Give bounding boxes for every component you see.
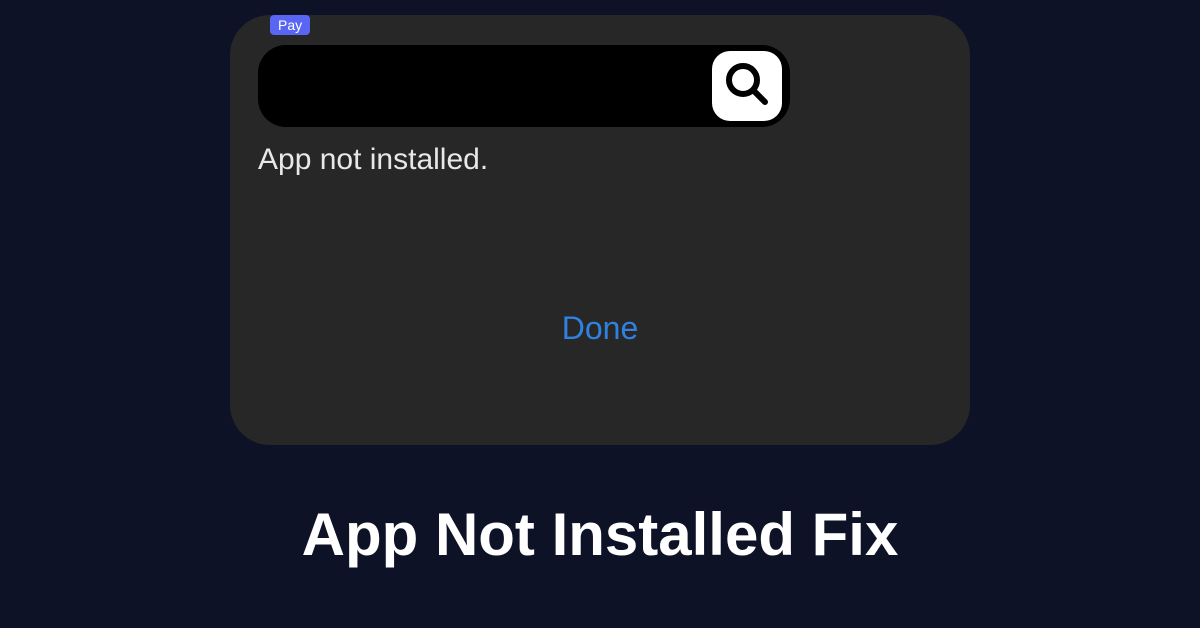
search-icon [723,60,771,113]
pay-badge: Pay [270,15,310,35]
dialog-message: App not installed. [258,143,488,177]
search-icon-button[interactable] [712,51,782,121]
search-bar[interactable] [258,45,790,127]
status-badge-row: Pay [270,15,310,35]
done-button[interactable]: Done [230,310,970,347]
install-dialog: Pay App not installed. Done [230,15,970,445]
page-caption: App Not Installed Fix [0,500,1200,569]
